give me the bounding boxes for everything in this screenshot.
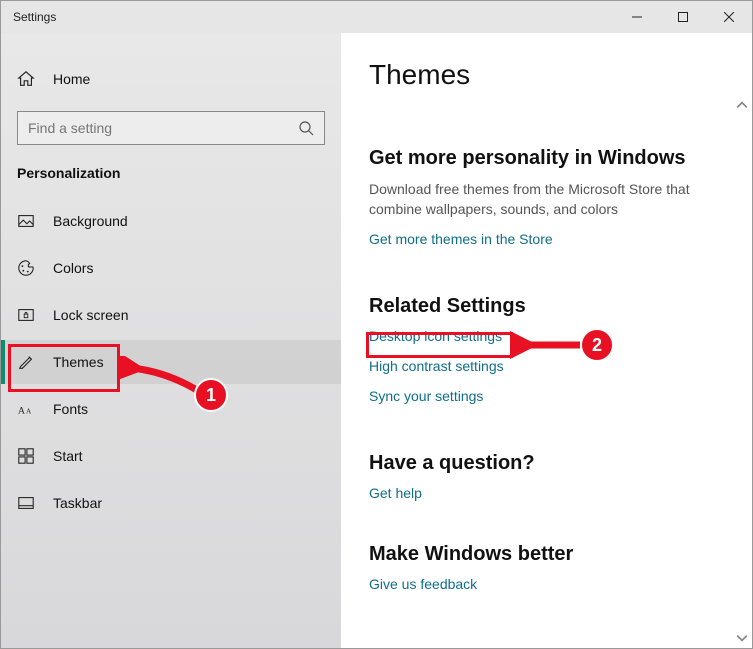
sidebar: Home Personalization Background Colors <box>1 33 341 648</box>
lock-screen-icon <box>17 306 35 324</box>
close-button[interactable] <box>706 1 752 33</box>
sidebar-item-themes[interactable]: Themes <box>1 340 341 384</box>
titlebar: Settings <box>1 1 752 33</box>
sidebar-item-label: Background <box>53 213 128 229</box>
page-title: Themes <box>369 59 732 91</box>
better-heading: Make Windows better <box>369 543 732 566</box>
search-input[interactable] <box>28 120 298 136</box>
home-label: Home <box>53 71 90 87</box>
sidebar-item-label: Taskbar <box>53 495 102 511</box>
svg-text:A: A <box>26 408 32 416</box>
sidebar-item-label: Fonts <box>53 401 88 417</box>
chevron-down-icon <box>736 632 748 644</box>
sidebar-item-start[interactable]: Start <box>1 434 341 478</box>
desktop-icon-settings-link[interactable]: Desktop icon settings <box>369 328 502 344</box>
store-link[interactable]: Get more themes in the Store <box>369 231 553 247</box>
sidebar-item-background[interactable]: Background <box>1 199 341 243</box>
sidebar-item-taskbar[interactable]: Taskbar <box>1 481 341 525</box>
sync-your-settings-link[interactable]: Sync your settings <box>369 388 483 404</box>
sidebar-item-lock-screen[interactable]: Lock screen <box>1 293 341 337</box>
sidebar-item-label: Lock screen <box>53 307 128 323</box>
feedback-link[interactable]: Give us feedback <box>369 576 477 592</box>
settings-window: Settings Home Personalization <box>0 0 753 649</box>
palette-icon <box>17 259 35 277</box>
section-title: Personalization <box>1 159 341 199</box>
store-heading: Get more personality in Windows <box>369 147 732 170</box>
question-heading: Have a question? <box>369 452 732 475</box>
sidebar-item-label: Start <box>53 448 83 464</box>
minimize-icon <box>632 12 642 22</box>
scroll-down-button[interactable] <box>736 632 748 644</box>
picture-icon <box>17 212 35 230</box>
home-icon <box>17 70 35 88</box>
svg-text:A: A <box>18 406 26 417</box>
chevron-up-icon <box>736 99 748 111</box>
sidebar-item-fonts[interactable]: AA Fonts <box>1 387 341 431</box>
get-help-link[interactable]: Get help <box>369 485 422 501</box>
taskbar-icon <box>17 494 35 512</box>
maximize-button[interactable] <box>660 1 706 33</box>
close-icon <box>724 12 734 22</box>
search-icon <box>298 120 314 136</box>
sidebar-item-colors[interactable]: Colors <box>1 246 341 290</box>
sidebar-item-label: Colors <box>53 260 93 276</box>
scroll-up-button[interactable] <box>736 99 748 111</box>
start-icon <box>17 447 35 465</box>
maximize-icon <box>678 12 688 22</box>
home-button[interactable]: Home <box>1 59 341 99</box>
high-contrast-settings-link[interactable]: High contrast settings <box>369 358 504 374</box>
store-desc: Download free themes from the Microsoft … <box>369 180 719 219</box>
fonts-icon: AA <box>17 400 35 418</box>
window-title: Settings <box>1 10 56 24</box>
sidebar-item-label: Themes <box>53 354 104 370</box>
main-content: Themes Get more personality in Windows D… <box>341 33 752 648</box>
minimize-button[interactable] <box>614 1 660 33</box>
themes-icon <box>17 353 35 371</box>
related-heading: Related Settings <box>369 295 732 318</box>
search-box[interactable] <box>17 111 325 145</box>
